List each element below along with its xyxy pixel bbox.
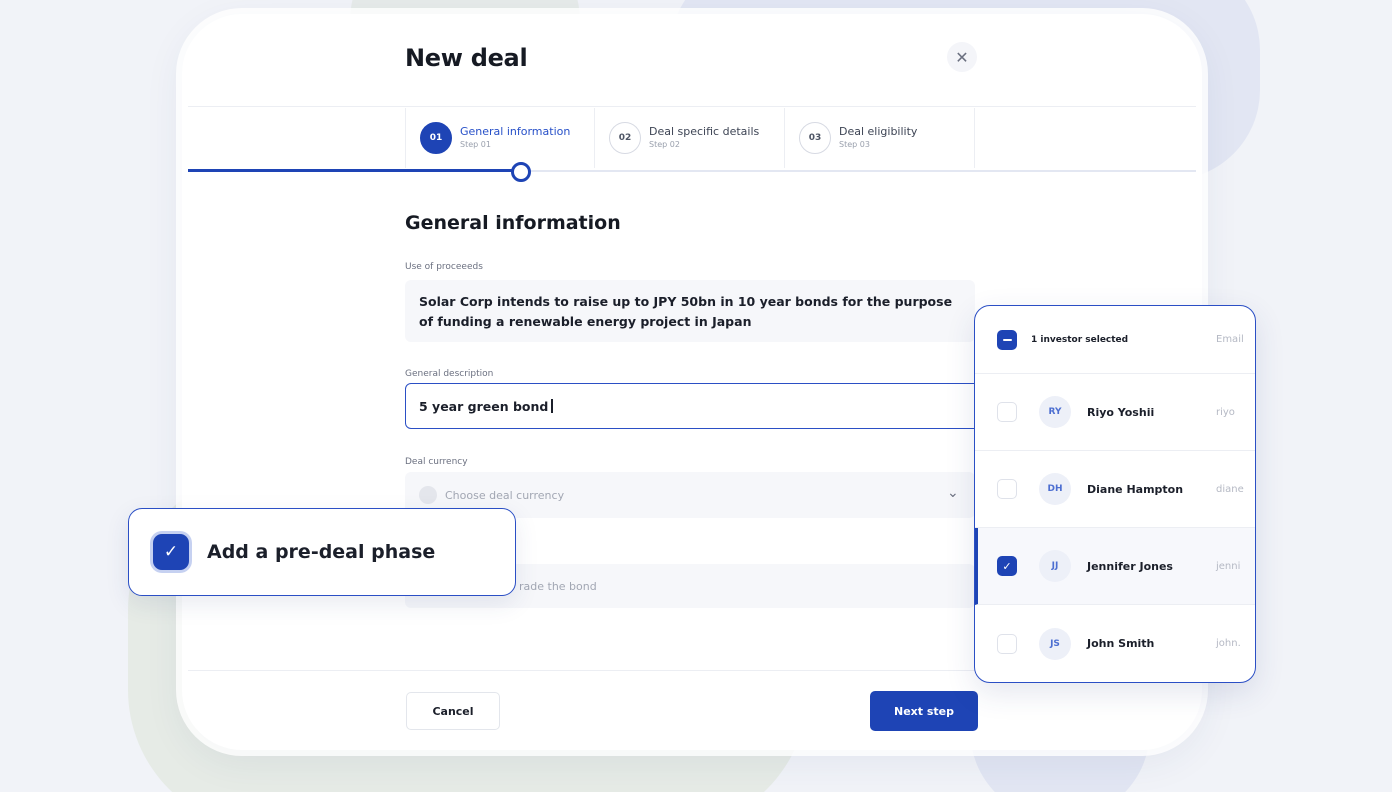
- investor-email: jenni: [1216, 560, 1241, 572]
- currency-placeholder: Choose deal currency: [445, 488, 565, 502]
- predeal-phase-card[interactable]: ✓ Add a pre-deal phase: [128, 508, 516, 596]
- text-caret: [551, 399, 553, 413]
- description-label: General description: [405, 369, 494, 379]
- investor-row[interactable]: ✓ JJ Jennifer Jones jenni: [975, 528, 1255, 605]
- investor-row[interactable]: RY Riyo Yoshii riyo: [975, 374, 1255, 451]
- investor-checkbox[interactable]: [997, 633, 1017, 654]
- step-title: Deal eligibility: [839, 125, 918, 138]
- investor-email: riyo: [1216, 406, 1235, 418]
- close-icon: ✕: [955, 47, 969, 67]
- predeal-label: Add a pre-deal phase: [207, 541, 436, 563]
- step-number: 03: [799, 122, 831, 154]
- minus-icon: [1002, 338, 1012, 341]
- investor-email: diane: [1216, 483, 1244, 495]
- avatar: JS: [1039, 627, 1071, 660]
- step-deal-eligibility[interactable]: 03 Deal eligibility Step 03: [785, 108, 975, 168]
- selected-count: 1 investor selected: [1031, 334, 1129, 345]
- investor-row[interactable]: JS John Smith john.: [975, 605, 1255, 682]
- proceeds-value: Solar Corp intends to raise up to JPY 50…: [419, 294, 953, 329]
- step-subtitle: Step 02: [649, 140, 680, 149]
- step-subtitle: Step 03: [839, 140, 870, 149]
- description-value: 5 year green bond: [419, 398, 549, 414]
- currency-flag-icon: [419, 486, 437, 504]
- email-column-header: Email: [1216, 334, 1244, 345]
- check-icon: ✓: [163, 542, 179, 562]
- step-number: 02: [609, 122, 641, 154]
- investor-name: Diane Hampton: [1087, 482, 1184, 496]
- investor-list-header: 1 investor selected Email: [975, 306, 1255, 374]
- investor-name: John Smith: [1087, 637, 1155, 650]
- select-all-checkbox[interactable]: [997, 329, 1017, 350]
- step-number: 01: [420, 122, 452, 154]
- proceeds-label: Use of proceeeds: [405, 262, 483, 272]
- investor-checkbox[interactable]: [997, 479, 1017, 499]
- step-title: Deal specific details: [649, 125, 760, 138]
- divider: [188, 106, 1196, 107]
- close-button[interactable]: ✕: [947, 42, 977, 72]
- investor-selection-panel: 1 investor selected Email RY Riyo Yoshii…: [974, 305, 1256, 683]
- proceeds-textarea[interactable]: Solar Corp intends to raise up to JPY 50…: [405, 280, 975, 342]
- avatar: DH: [1039, 473, 1071, 505]
- predeal-checkbox[interactable]: ✓: [153, 534, 189, 570]
- cancel-button[interactable]: Cancel: [406, 692, 500, 730]
- step-subtitle: Step 01: [460, 140, 491, 149]
- stepper: 01 General information Step 01 02 Deal s…: [405, 108, 975, 168]
- section-title: General information: [405, 212, 621, 234]
- description-input[interactable]: 5 year green bond: [405, 383, 985, 429]
- next-step-button[interactable]: Next step: [870, 691, 978, 731]
- avatar: JJ: [1039, 550, 1071, 582]
- currency-label: Deal currency: [405, 457, 468, 467]
- avatar: RY: [1039, 396, 1071, 428]
- investor-email: john.: [1216, 638, 1241, 649]
- chevron-down-icon: ⌄: [947, 485, 959, 501]
- investor-row[interactable]: DH Diane Hampton diane: [975, 451, 1255, 528]
- progress-fill: [188, 169, 514, 172]
- step-general-information[interactable]: 01 General information Step 01: [405, 108, 595, 168]
- trade-field-text: rade the bond: [519, 579, 597, 593]
- modal-title: New deal: [405, 44, 528, 72]
- investor-checkbox[interactable]: ✓: [997, 556, 1017, 576]
- step-deal-specific-details[interactable]: 02 Deal specific details Step 02: [595, 108, 785, 168]
- investor-name: Jennifer Jones: [1087, 559, 1173, 573]
- step-title: General information: [460, 125, 571, 138]
- investor-name: Riyo Yoshii: [1087, 405, 1155, 419]
- check-icon: ✓: [1002, 559, 1012, 573]
- investor-checkbox[interactable]: [997, 402, 1017, 422]
- progress-knob: [511, 162, 531, 182]
